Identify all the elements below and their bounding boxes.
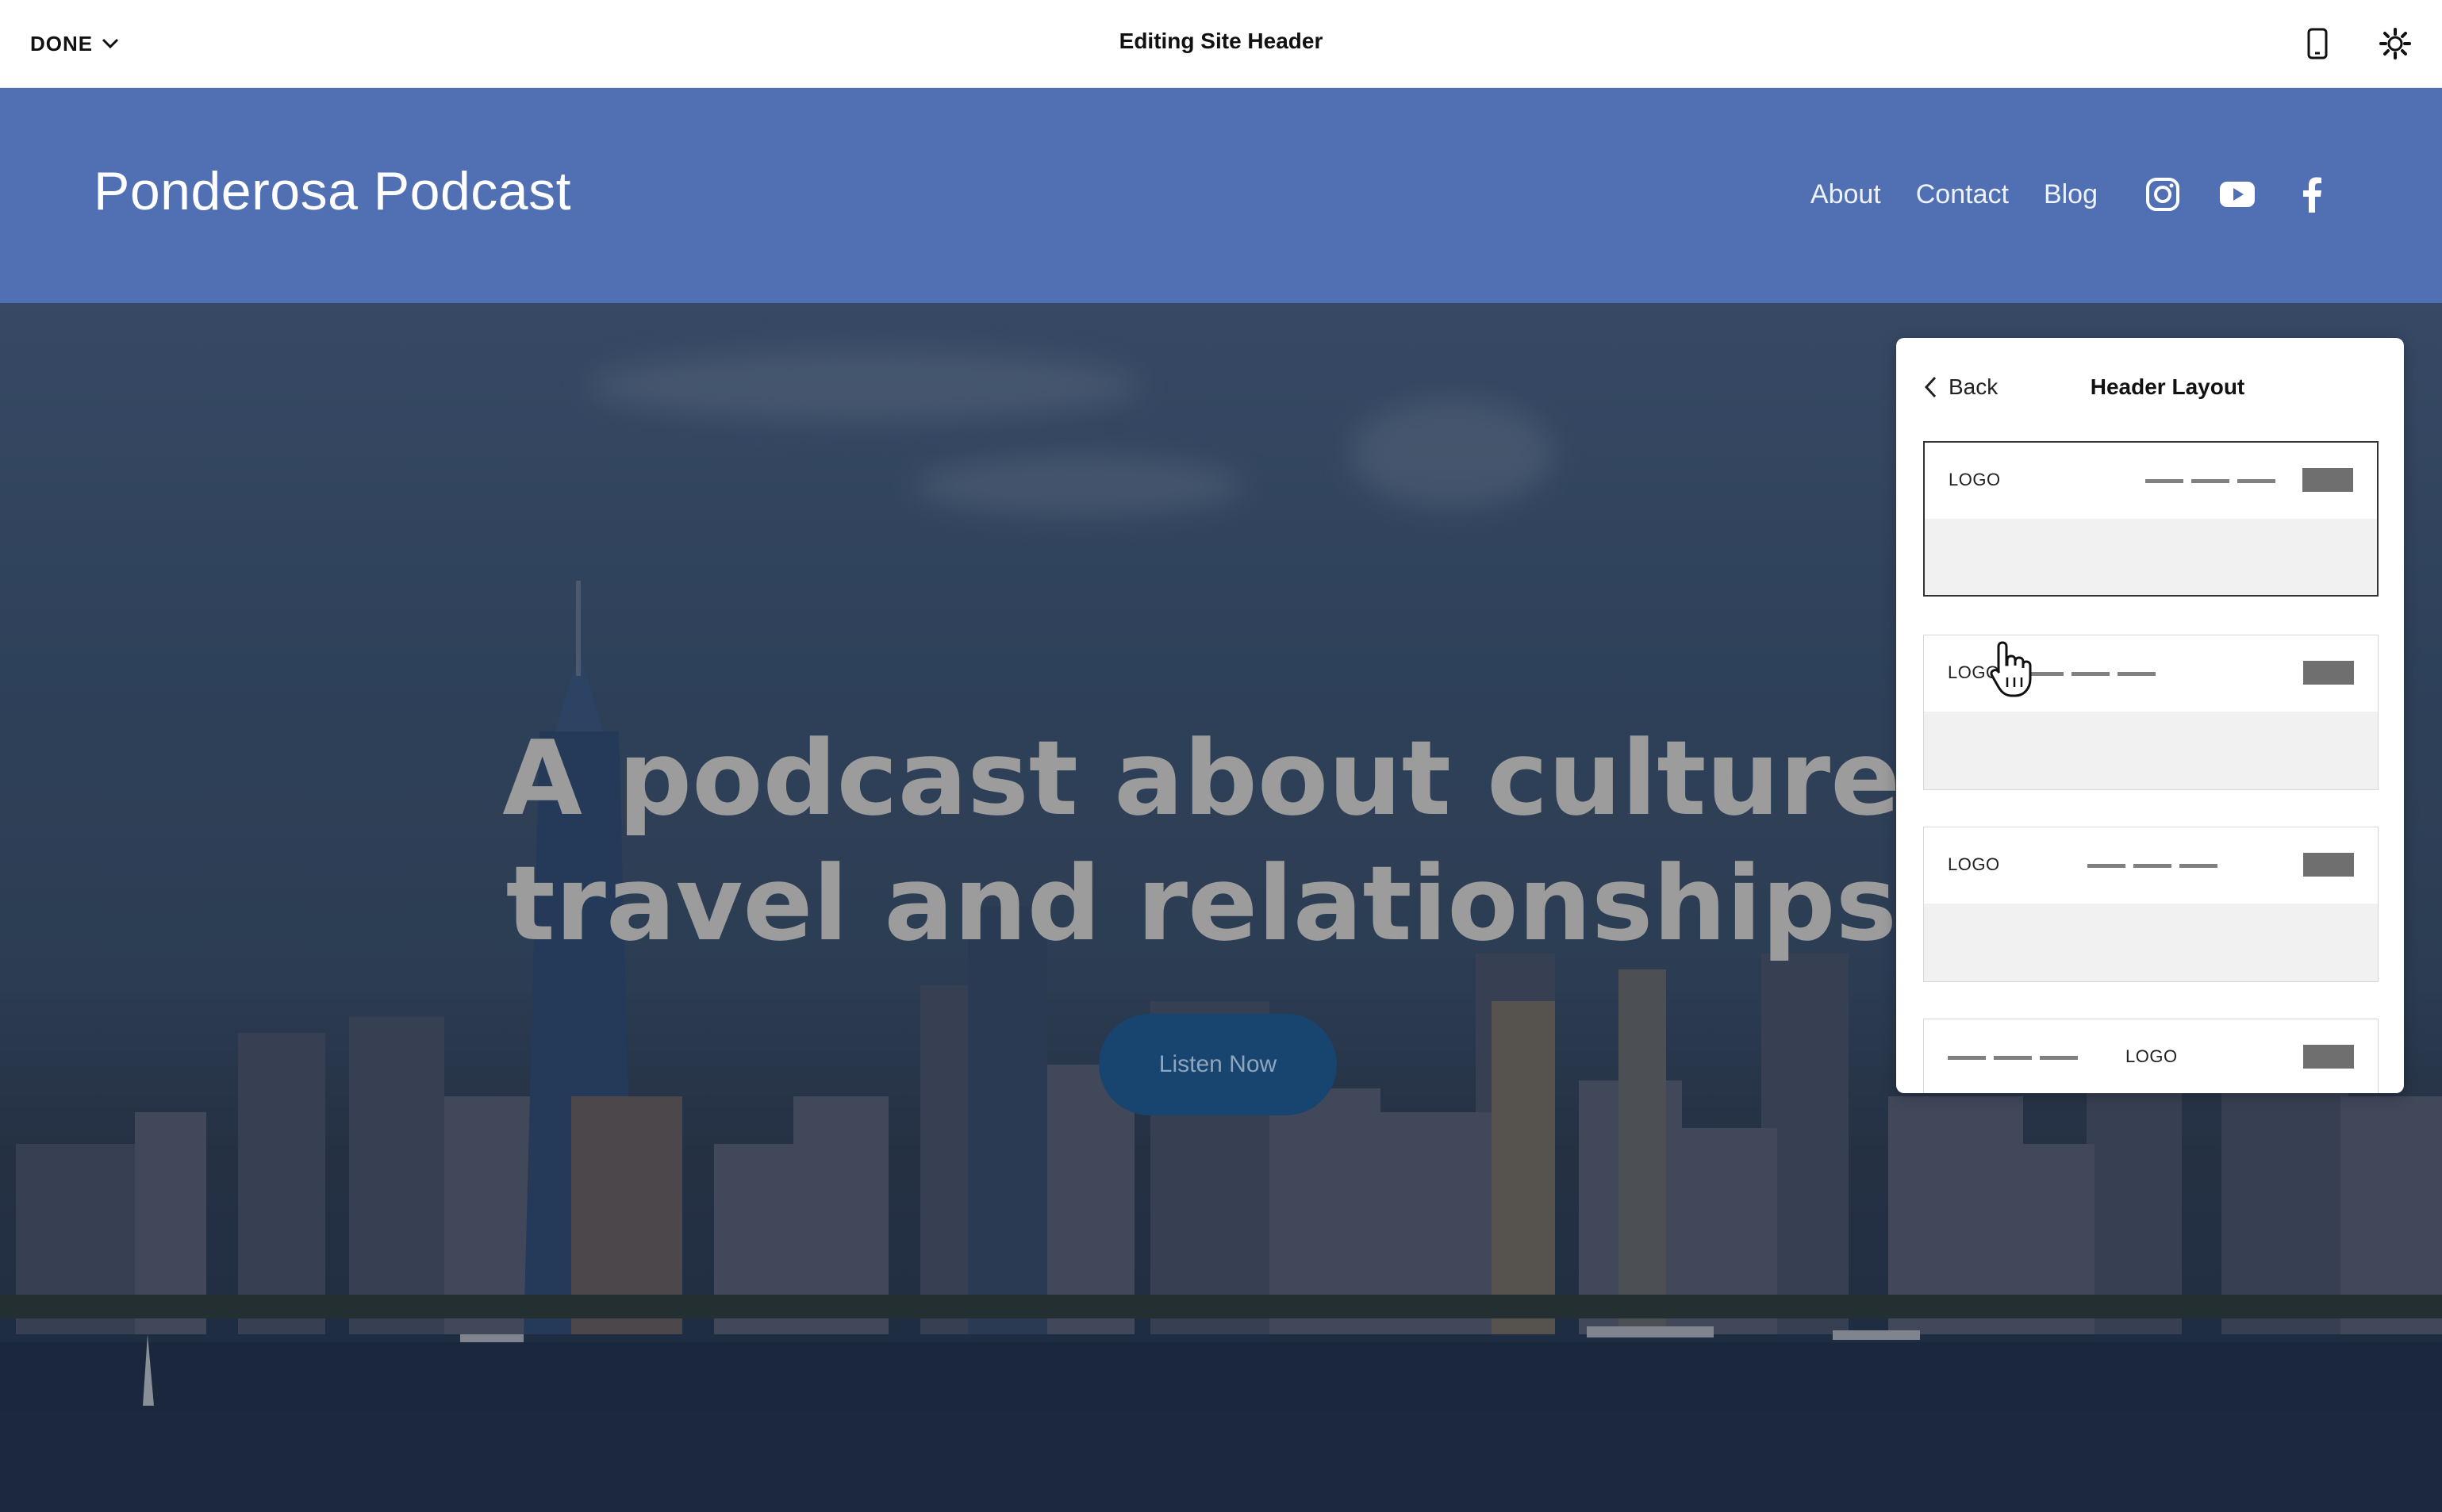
nav-line: [2179, 864, 2217, 868]
layout-option-1[interactable]: LOGO: [1923, 441, 2379, 597]
mobile-preview-icon[interactable]: [2298, 24, 2337, 63]
layout-logo-label: LOGO: [2125, 1046, 2178, 1066]
youtube-icon[interactable]: [2217, 174, 2258, 215]
layout-option-4[interactable]: LOGO: [1923, 1019, 2379, 1093]
site-title[interactable]: Ponderosa Podcast: [94, 160, 571, 222]
header-layout-panel: Back Header Layout LOGO LOGO LOGO LOGO: [1896, 338, 2404, 1093]
layout-option-3[interactable]: LOGO: [1923, 827, 2379, 982]
layout-button-block: [2303, 853, 2354, 877]
listen-now-button[interactable]: Listen Now: [1099, 1014, 1337, 1115]
nav-line: [2118, 672, 2156, 676]
nav-line: [2133, 864, 2171, 868]
nav-link-about[interactable]: About: [1810, 179, 1881, 210]
layout-button-block: [2302, 468, 2353, 492]
layout-nav-lines: [2145, 479, 2275, 483]
layout-logo-label: LOGO: [1949, 470, 2001, 489]
nav-line: [2145, 479, 2183, 483]
nav-link-contact[interactable]: Contact: [1916, 179, 2009, 210]
nav-line: [2237, 479, 2275, 483]
layout-preview-body: [1925, 519, 2377, 595]
layout-logo-label: LOGO: [1948, 854, 2000, 874]
nav-line: [1948, 1056, 1986, 1060]
site-header[interactable]: Ponderosa Podcast About Contact Blog: [0, 87, 2442, 303]
settings-gear-icon[interactable]: [2375, 24, 2415, 63]
layout-preview-body: [1924, 712, 2378, 789]
facebook-icon[interactable]: [2291, 174, 2333, 215]
nav-line: [2071, 672, 2110, 676]
nav-line: [2191, 479, 2229, 483]
nav-line: [2040, 1056, 2078, 1060]
panel-title: Header Layout: [2090, 374, 2245, 399]
instagram-icon[interactable]: [2142, 174, 2183, 215]
layout-preview-header: LOGO: [1924, 1019, 2378, 1093]
layout-nav-lines: [2025, 672, 2156, 676]
layout-preview-header: LOGO: [1924, 827, 2378, 904]
nav-link-blog[interactable]: Blog: [2044, 179, 2098, 210]
layout-preview-body: [1924, 904, 2378, 981]
site-nav: About Contact Blog: [1810, 167, 2442, 222]
layout-nav-lines: [1948, 1056, 2078, 1060]
nav-line: [1994, 1056, 2032, 1060]
layout-button-block: [2303, 661, 2354, 685]
layout-nav-lines: [2087, 864, 2217, 868]
layout-preview-header: LOGO: [1925, 443, 2377, 519]
layout-button-block: [2303, 1045, 2354, 1069]
nav-line: [2087, 864, 2125, 868]
editor-toolbar: DONE Editing Site Header: [0, 0, 2442, 88]
hand-pointer-cursor-icon: [1990, 641, 2032, 697]
editing-title: Editing Site Header: [1119, 29, 1323, 53]
